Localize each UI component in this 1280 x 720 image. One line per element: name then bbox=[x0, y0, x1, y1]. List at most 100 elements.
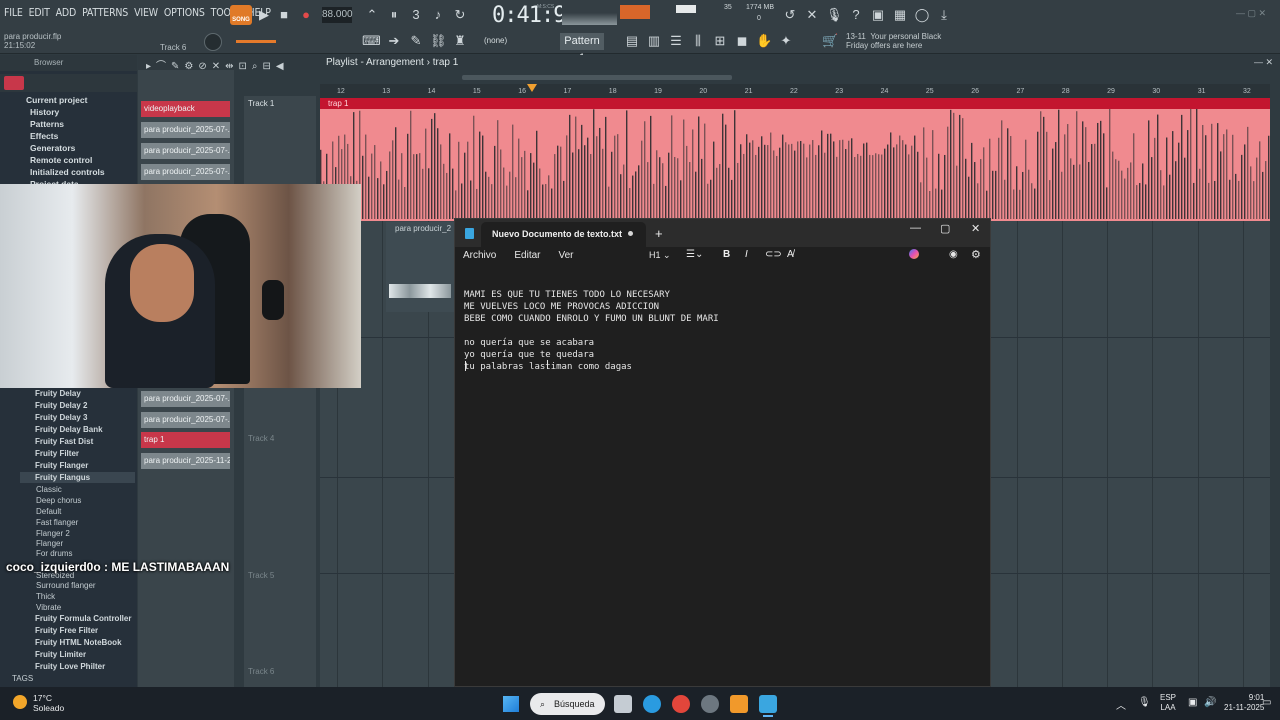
piano-roll-icon[interactable]: ▥ bbox=[646, 33, 662, 49]
menu-file[interactable]: FILE bbox=[4, 7, 23, 19]
master-pitch-slider[interactable] bbox=[236, 40, 276, 43]
help-icon[interactable]: ? bbox=[848, 7, 864, 23]
stop-icon[interactable]: ■ bbox=[276, 7, 292, 23]
none-selector[interactable]: (none) bbox=[484, 36, 507, 45]
browser-plugin[interactable]: Fruity Flanger bbox=[35, 461, 88, 470]
unsaved-dot-icon[interactable] bbox=[628, 231, 633, 236]
stamp-icon[interactable]: ♜ bbox=[452, 33, 468, 49]
notepad-text-area[interactable]: MAMI ES QUE TU TIENES TODO LO NECESARY ME… bbox=[464, 277, 719, 373]
browser-preset[interactable]: Thick bbox=[36, 592, 55, 601]
notepad-taskbar-icon[interactable] bbox=[759, 695, 777, 713]
mixer-icon[interactable]: ▦ bbox=[892, 7, 908, 23]
playlist-pattern-crumb[interactable]: trap 1 bbox=[433, 57, 459, 68]
browser-plugin[interactable]: Fruity HTML NoteBook bbox=[35, 638, 122, 647]
browser-item-generators[interactable]: Generators bbox=[30, 143, 75, 153]
browser-preset[interactable]: Classic bbox=[36, 485, 62, 494]
browser-item-effects[interactable]: Effects bbox=[30, 131, 58, 141]
channel-rack-icon[interactable]: ▤ bbox=[624, 33, 640, 49]
metronome-icon[interactable]: ⌃ bbox=[364, 7, 380, 23]
picker-clip[interactable]: para producir_2025-07-... bbox=[141, 391, 230, 407]
picker-clip-video[interactable]: videoplayback bbox=[141, 101, 230, 117]
mixer2-icon[interactable]: ⫼ bbox=[690, 33, 706, 49]
track-4-label[interactable]: Track 4 bbox=[248, 434, 274, 443]
menu-view[interactable]: VIEW bbox=[134, 7, 158, 19]
maximize-button[interactable]: ▢ bbox=[940, 222, 950, 235]
browser-preset[interactable]: Fast flanger bbox=[36, 518, 78, 527]
browser-preset[interactable]: Vibrate bbox=[36, 603, 61, 612]
browser-item-patterns[interactable]: Patterns bbox=[30, 119, 64, 129]
tempo-display[interactable]: 88.000 bbox=[322, 7, 353, 23]
clear-format-icon[interactable]: A̸ bbox=[787, 249, 794, 260]
browser-item-history[interactable]: History bbox=[30, 107, 59, 117]
video-icon[interactable]: ✦ bbox=[778, 33, 794, 49]
link-icon[interactable]: ⊂⊃ bbox=[765, 249, 782, 260]
download-icon[interactable]: ⤓ bbox=[936, 7, 952, 23]
chat-icon[interactable]: ◯ bbox=[914, 7, 930, 23]
menu-ver[interactable]: Ver bbox=[558, 250, 573, 261]
link-icon[interactable]: ⛓ bbox=[430, 33, 447, 49]
browser-plugin[interactable]: Fruity Love Philter bbox=[35, 662, 105, 671]
arrow-icon[interactable]: ➔ bbox=[386, 33, 402, 49]
obs-icon[interactable] bbox=[701, 695, 719, 713]
mic-icon[interactable]: 🎙 bbox=[826, 7, 843, 23]
copilot-icon[interactable] bbox=[909, 249, 919, 259]
browser-plugin[interactable]: Fruity Delay 3 bbox=[35, 413, 87, 422]
taskbar-clock[interactable]: 9:01 21-11-2025 bbox=[1224, 693, 1264, 713]
italic-icon[interactable]: I bbox=[745, 249, 748, 260]
account-icon[interactable]: ◉ bbox=[949, 249, 958, 260]
promo-news[interactable]: 13-11 Your personal Black Friday offers a… bbox=[846, 32, 941, 50]
undo-icon[interactable]: ↺ bbox=[782, 7, 798, 23]
weather-icon[interactable] bbox=[13, 695, 27, 709]
pattern-selector[interactable]: Pattern 1 bbox=[560, 33, 604, 64]
minimize-button[interactable]: — bbox=[910, 222, 921, 234]
browser-plugin[interactable]: Fruity Formula Controller bbox=[35, 614, 131, 623]
browser-item-remote-control[interactable]: Remote control bbox=[30, 155, 92, 165]
notification-icon[interactable]: ▭ bbox=[1262, 697, 1271, 708]
browser-item-current-project[interactable]: Current project bbox=[26, 95, 87, 105]
start-icon[interactable] bbox=[503, 696, 519, 712]
record-icon[interactable]: ● bbox=[298, 7, 314, 23]
picker-clip[interactable]: para producir_2025-07-... bbox=[141, 143, 230, 159]
taskbar-search[interactable]: ⌕ Búsqueda bbox=[530, 693, 605, 715]
pencil-icon[interactable]: ✎ bbox=[408, 33, 424, 49]
browser-icon[interactable]: ⊞ bbox=[712, 33, 728, 49]
menu-editar[interactable]: Editar bbox=[514, 250, 540, 261]
plugin-icon[interactable]: ◼ bbox=[734, 33, 750, 49]
menu-edit[interactable]: EDIT bbox=[29, 7, 50, 19]
browser-plugin[interactable]: Fruity Fast Dist bbox=[35, 437, 93, 446]
language-indicator[interactable]: ESP LAA bbox=[1160, 693, 1176, 713]
cut-icon[interactable]: ✕ bbox=[804, 7, 820, 23]
playlist-scroll-thumb[interactable] bbox=[462, 75, 732, 80]
wait-icon[interactable]: ⏸ bbox=[386, 7, 402, 23]
track-6-label[interactable]: Track 6 bbox=[248, 667, 274, 676]
tray-chevron-icon[interactable]: ︿ bbox=[1116, 697, 1126, 712]
list-icon[interactable]: ☰⌄ bbox=[686, 249, 703, 260]
fl-studio-icon[interactable] bbox=[730, 695, 748, 713]
play-icon[interactable]: ▶ bbox=[256, 7, 272, 23]
browser-plugin[interactable]: Fruity Free Filter bbox=[35, 626, 98, 635]
browser-preset[interactable]: Default bbox=[36, 507, 61, 516]
edge-icon[interactable] bbox=[643, 695, 661, 713]
picker-clip[interactable]: para producir_2025-07-... bbox=[141, 164, 230, 180]
pat-song-toggle[interactable]: SONG bbox=[230, 5, 252, 25]
save-icon[interactable]: ▣ bbox=[870, 7, 886, 23]
close-button[interactable]: ✕ bbox=[971, 222, 980, 235]
chrome-icon[interactable] bbox=[672, 695, 690, 713]
bold-icon[interactable]: B bbox=[723, 249, 730, 260]
browser-back-icon[interactable] bbox=[4, 76, 24, 90]
browser-plugin[interactable]: Fruity Filter bbox=[35, 449, 79, 458]
master-volume-knob[interactable] bbox=[204, 33, 222, 51]
track-1-label[interactable]: Track 1 bbox=[248, 99, 274, 108]
heading-select[interactable]: H1 ⌄ bbox=[649, 250, 671, 261]
clip-trap1-header[interactable]: trap 1 bbox=[320, 98, 1270, 109]
step-edit-icon[interactable]: ♪ bbox=[430, 7, 446, 23]
menu-add[interactable]: ADD bbox=[56, 7, 77, 19]
menu-patterns[interactable]: PATTERNS bbox=[82, 7, 128, 19]
playlist-icon[interactable]: ☰ bbox=[668, 33, 684, 49]
weather-widget[interactable]: 17°C Soleado bbox=[33, 693, 64, 713]
picker-clip[interactable]: para producir_2025-07-... bbox=[141, 412, 230, 428]
clip-trap1-waveform[interactable] bbox=[320, 109, 1270, 221]
countdown-icon[interactable]: 3 bbox=[408, 7, 424, 23]
loop-record-icon[interactable]: ↻ bbox=[452, 7, 468, 23]
browser-preset[interactable]: Surround flanger bbox=[36, 581, 96, 590]
